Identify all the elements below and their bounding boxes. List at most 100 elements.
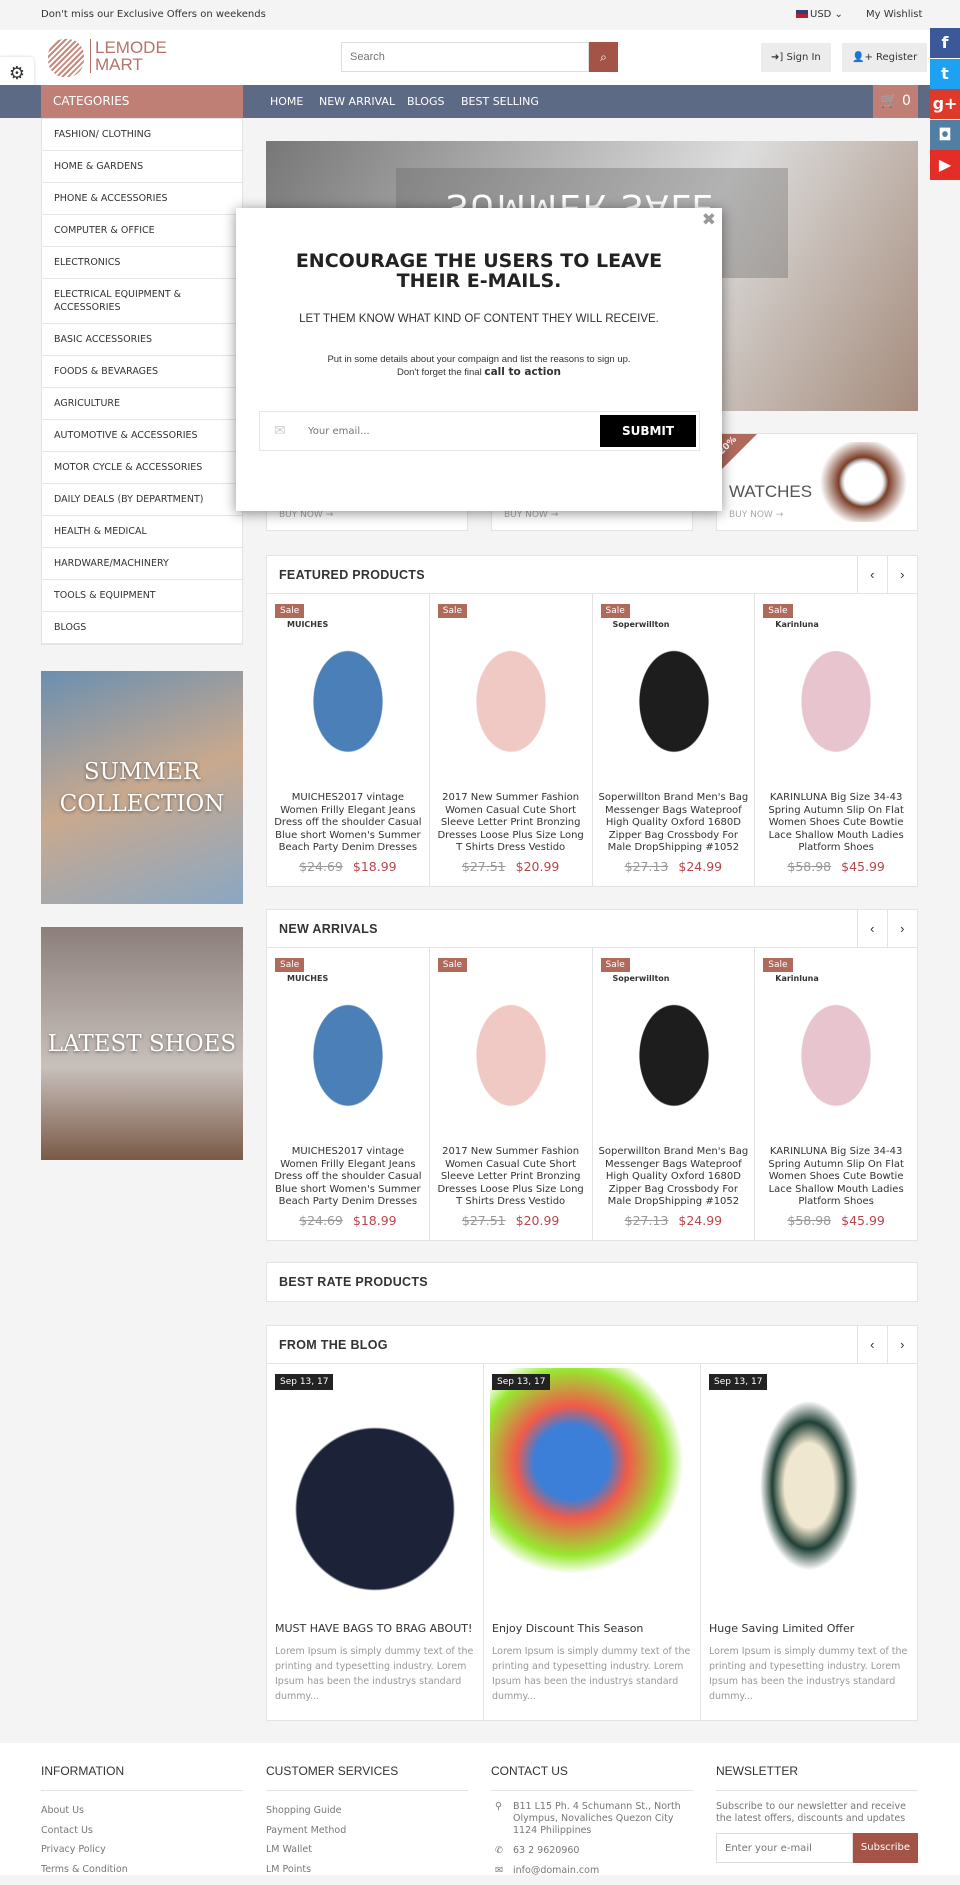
product-image[interactable]: [449, 620, 572, 768]
latest-shoes-banner[interactable]: LATEST SHOES: [41, 927, 243, 1160]
contact-email[interactable]: info@domain.com: [513, 1865, 599, 1876]
product-card[interactable]: Sale 2017 New Summer Fashion Women Casua…: [430, 948, 593, 1240]
twitter-button[interactable]: t: [930, 58, 960, 89]
category-item[interactable]: COMPUTER & OFFICE: [42, 215, 242, 247]
next-arrow-icon[interactable]: ›: [887, 556, 917, 593]
currency-selector[interactable]: USD ⌄: [796, 9, 843, 20]
category-item[interactable]: HEALTH & MEDICAL: [42, 516, 242, 548]
new-arrivals-section: NEW ARRIVALS ‹ › Sale MUICHES MUICHES2017 …: [266, 909, 918, 1241]
product-card[interactable]: Sale MUICHES MUICHES2017 vintage Women F…: [267, 948, 430, 1240]
search-button[interactable]: ⌕: [589, 42, 618, 72]
close-icon[interactable]: ✖: [702, 210, 716, 230]
category-item[interactable]: BASIC ACCESSORIES: [42, 324, 242, 356]
google-plus-button[interactable]: g+: [930, 89, 960, 119]
category-item[interactable]: ELECTRONICS: [42, 247, 242, 279]
top-bar: Don't miss our Exclusive Offers on weeke…: [0, 0, 960, 30]
product-name[interactable]: Soperwillton Brand Men's Bag Messenger B…: [599, 792, 749, 855]
product-card[interactable]: Sale Soperwillton Soperwillton Brand Men…: [593, 594, 756, 886]
blog-card[interactable]: Sep 13, 17 Enjoy Discount This Season Lo…: [484, 1364, 701, 1720]
search-input[interactable]: [341, 42, 589, 72]
sign-in-button[interactable]: ➜] Sign In: [761, 43, 831, 72]
popup-email-input[interactable]: [308, 420, 538, 442]
blog-image[interactable]: [273, 1368, 477, 1603]
next-arrow-icon[interactable]: ›: [887, 1326, 917, 1363]
next-arrow-icon[interactable]: ›: [887, 910, 917, 947]
sale-badge: Sale: [275, 958, 305, 972]
wishlist-link[interactable]: My Wishlist: [866, 9, 922, 20]
product-card[interactable]: Sale MUICHES MUICHES2017 vintage Women F…: [267, 594, 430, 886]
cart-button[interactable]: 🛒 0: [873, 85, 918, 118]
product-card[interactable]: Sale Karinluna KARINLUNA Big Size 34-43 …: [755, 594, 917, 886]
prev-arrow-icon[interactable]: ‹: [857, 910, 887, 947]
old-price: $27.13: [624, 1213, 669, 1228]
summer-collection-banner[interactable]: SUMMER COLLECTION: [41, 671, 243, 904]
footer-link[interactable]: Shopping Guide: [266, 1801, 468, 1821]
product-card[interactable]: Sale Karinluna KARINLUNA Big Size 34-43 …: [755, 948, 917, 1240]
category-item[interactable]: PHONE & ACCESSORIES: [42, 183, 242, 215]
nav-best-selling[interactable]: BEST SELLING: [461, 85, 539, 118]
category-item[interactable]: BLOGS: [42, 612, 242, 644]
register-button[interactable]: 👤+ Register: [842, 43, 928, 72]
buy-now-link[interactable]: BUY NOW →: [504, 510, 558, 520]
product-image[interactable]: Karinluna: [775, 620, 898, 768]
product-image[interactable]: [449, 974, 572, 1122]
category-item[interactable]: MOTOR CYCLE & ACCESSORIES: [42, 452, 242, 484]
footer-link[interactable]: Privacy Policy: [41, 1840, 243, 1860]
category-item[interactable]: TOOLS & EQUIPMENT: [42, 580, 242, 612]
footer-link[interactable]: LM Points: [266, 1860, 468, 1880]
product-name[interactable]: Soperwillton Brand Men's Bag Messenger B…: [599, 1146, 749, 1209]
category-item[interactable]: DAILY DEALS (BY DEPARTMENT): [42, 484, 242, 516]
logo[interactable]: LEMODE MART: [48, 37, 178, 79]
youtube-button[interactable]: ▶: [930, 150, 960, 180]
newsletter-email-input[interactable]: [716, 1833, 853, 1863]
category-item[interactable]: FOODS & BEVARAGES: [42, 356, 242, 388]
product-image[interactable]: MUICHES: [287, 620, 409, 768]
footer-link[interactable]: Terms & Condition: [41, 1860, 243, 1880]
category-item[interactable]: AGRICULTURE: [42, 388, 242, 420]
prev-arrow-icon[interactable]: ‹: [857, 1326, 887, 1363]
category-item[interactable]: ELECTRICAL EQUIPMENT & ACCESSORIES: [42, 279, 242, 324]
category-item[interactable]: HOME & GARDENS: [42, 151, 242, 183]
product-name[interactable]: KARINLUNA Big Size 34-43 Spring Autumn S…: [761, 792, 911, 855]
product-name[interactable]: MUICHES2017 vintage Women Frilly Elegant…: [273, 1146, 423, 1209]
product-name[interactable]: 2017 New Summer Fashion Women Casual Cut…: [436, 792, 586, 855]
product-image[interactable]: Karinluna: [775, 974, 898, 1122]
blog-title[interactable]: MUST HAVE BAGS TO BRAG ABOUT!: [275, 1622, 472, 1635]
blog-title[interactable]: Enjoy Discount This Season: [492, 1622, 643, 1635]
nav-new-arrival[interactable]: NEW ARRIVAL: [319, 85, 395, 118]
prev-arrow-icon[interactable]: ‹: [857, 556, 887, 593]
product-image[interactable]: Soperwillton: [612, 974, 735, 1122]
footer-link[interactable]: About Us: [41, 1801, 243, 1821]
blog-date: Sep 13, 17: [492, 1374, 551, 1390]
footer-link[interactable]: Contact Us: [41, 1821, 243, 1841]
category-item[interactable]: FASHION/ CLOTHING: [42, 119, 242, 151]
blog-card[interactable]: Sep 13, 17 Huge Saving Limited Offer Lor…: [701, 1364, 917, 1720]
product-name[interactable]: KARINLUNA Big Size 34-43 Spring Autumn S…: [761, 1146, 911, 1209]
facebook-button[interactable]: f: [930, 28, 960, 58]
buy-now-link[interactable]: BUY NOW →: [729, 510, 783, 520]
submit-button[interactable]: SUBMIT: [600, 415, 696, 447]
category-item[interactable]: HARDWARE/MACHINERY: [42, 548, 242, 580]
category-item[interactable]: AUTOMOTIVE & ACCESSORIES: [42, 420, 242, 452]
blog-card[interactable]: Sep 13, 17 MUST HAVE BAGS TO BRAG ABOUT!…: [267, 1364, 484, 1720]
nav-home[interactable]: HOME: [270, 85, 303, 118]
instagram-button[interactable]: ◘: [930, 119, 960, 150]
buy-now-link[interactable]: BUY NOW →: [279, 510, 333, 520]
blog-image[interactable]: [490, 1368, 694, 1603]
blog-image[interactable]: [707, 1368, 911, 1603]
footer-link[interactable]: Payment Method: [266, 1821, 468, 1841]
nav-blogs[interactable]: BLOGS: [407, 85, 444, 118]
categories-toggle[interactable]: CATEGORIES: [41, 85, 243, 118]
promo-text: Don't miss our Exclusive Offers on weeke…: [41, 9, 266, 20]
product-name[interactable]: MUICHES2017 vintage Women Frilly Elegant…: [273, 792, 423, 855]
watches-banner[interactable]: 20% WATCHES BUY NOW →: [716, 433, 918, 531]
product-card[interactable]: Sale 2017 New Summer Fashion Women Casua…: [430, 594, 593, 886]
product-name[interactable]: 2017 New Summer Fashion Women Casual Cut…: [436, 1146, 586, 1209]
blog-title[interactable]: Huge Saving Limited Offer: [709, 1622, 854, 1635]
product-image[interactable]: MUICHES: [287, 974, 409, 1122]
section-title: BEST RATE PRODUCTS: [279, 1275, 428, 1289]
subscribe-button[interactable]: Subscribe: [853, 1833, 918, 1863]
footer-link[interactable]: LM Wallet: [266, 1840, 468, 1860]
product-image[interactable]: Soperwillton: [612, 620, 735, 768]
product-card[interactable]: Sale Soperwillton Soperwillton Brand Men…: [593, 948, 756, 1240]
